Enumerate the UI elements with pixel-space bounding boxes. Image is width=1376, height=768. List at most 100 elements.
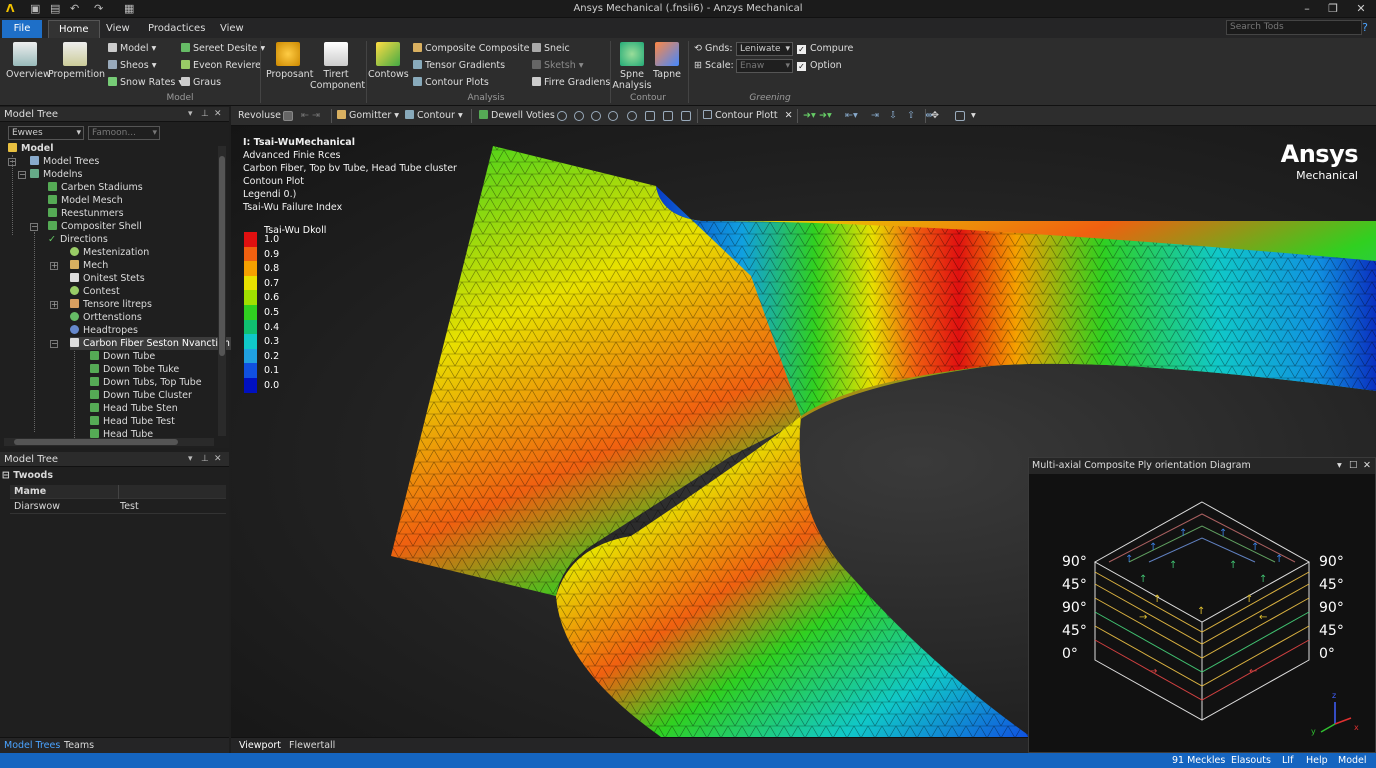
tree-item-compositer-shell[interactable]: Compositer Shell: [48, 220, 142, 233]
zoom-out-icon[interactable]: [627, 111, 637, 121]
firre-gradiens-button[interactable]: Firre Gradiens: [532, 77, 610, 88]
expand-icon[interactable]: +: [50, 262, 58, 270]
tree-item-model[interactable]: Model: [8, 142, 53, 155]
close-icon[interactable]: ✕: [214, 452, 222, 467]
align-up-icon[interactable]: ⇧: [907, 110, 915, 121]
table-view-icon[interactable]: [955, 111, 965, 121]
table-icon[interactable]: [663, 111, 673, 121]
tensor-gradients-button[interactable]: Tensor Gradients: [413, 60, 505, 71]
close-icon[interactable]: ✕: [214, 107, 222, 122]
select-icon[interactable]: [681, 111, 691, 121]
close-icon[interactable]: ✕: [785, 110, 793, 121]
align-down-icon[interactable]: ⇩: [889, 110, 897, 121]
scale-select[interactable]: Enaw ▾: [736, 59, 793, 73]
snow-rates-button[interactable]: Snow Rates ▾: [108, 77, 183, 88]
chevron-down-icon[interactable]: ▾: [188, 107, 193, 122]
expand-icon[interactable]: +: [50, 301, 58, 309]
forward-arrow-icon[interactable]: ➜▾: [803, 110, 816, 121]
tree-item-directions[interactable]: ✓ Directions: [48, 233, 108, 246]
tree-item-reestunmers[interactable]: Reestunmers: [48, 207, 124, 220]
details-row-value[interactable]: Test: [120, 500, 139, 514]
sheos-button[interactable]: Sheos ▾: [108, 60, 156, 71]
collapse-icon[interactable]: −: [18, 171, 26, 179]
proposant-button[interactable]: Proposant: [266, 42, 313, 80]
tree-item-onitest-stets[interactable]: Onitest Stets: [70, 272, 145, 285]
tab-prodactices[interactable]: Prodactices: [138, 20, 215, 38]
tree-item-mestenization[interactable]: Mestenization: [70, 246, 149, 259]
compure-checkbox[interactable]: ✓ Compure: [797, 43, 853, 54]
pin-icon[interactable]: ⊥: [201, 107, 209, 122]
eveon-reviere-button[interactable]: Eveon Reviere: [181, 60, 261, 71]
zoom-box-icon[interactable]: [608, 111, 618, 121]
tree-filter-select[interactable]: Ewwes ▾: [8, 126, 84, 140]
tree-item-orttenstions[interactable]: Orttenstions: [70, 311, 142, 324]
maximize-icon[interactable]: ☐: [1349, 458, 1358, 474]
sketsh-button[interactable]: Sketsh ▾: [532, 60, 584, 71]
ply-orientation-window[interactable]: Multi-axial Composite Ply orientation Di…: [1028, 457, 1376, 753]
contour-button[interactable]: Contour ▾: [405, 110, 463, 121]
contows-button[interactable]: Contows: [368, 42, 409, 80]
tab-model-trees[interactable]: Model Trees: [4, 740, 60, 751]
tree-item-down-tubs-top-tube[interactable]: Down Tubs, Top Tube: [90, 376, 202, 389]
collapse-icon[interactable]: −: [50, 340, 58, 348]
tree-item-mech[interactable]: Mech: [70, 259, 108, 272]
tree-item-modelns[interactable]: Modelns: [30, 168, 83, 181]
tree-item-head-tube-test[interactable]: Head Tube Test: [90, 415, 175, 428]
spne-analysis-button[interactable]: Spne Analysis: [612, 42, 652, 91]
option-checkbox[interactable]: ✓ Option: [797, 60, 842, 71]
status-help[interactable]: Help: [1306, 755, 1328, 766]
scrollbar-thumb[interactable]: [14, 439, 178, 445]
tree-item-carben-stadiums[interactable]: Carben Stadiums: [48, 181, 143, 194]
status-lif[interactable]: LIf: [1282, 755, 1293, 766]
tab-file[interactable]: File: [2, 20, 42, 38]
zoom-fit-icon[interactable]: [591, 111, 601, 121]
revoluse-button[interactable]: Revoluse: [238, 110, 281, 121]
move-icon[interactable]: ✥: [931, 110, 939, 121]
close-icon[interactable]: ✕: [1348, 1, 1374, 17]
chevron-down-icon[interactable]: ▾: [188, 452, 193, 467]
tree-search-select[interactable]: Famoon... ▾: [88, 126, 160, 140]
tree-horizontal-scrollbar[interactable]: [4, 438, 214, 446]
composite-button[interactable]: Composite Composite ▾: [413, 43, 537, 54]
dewell-button[interactable]: Dewell Voties: [479, 110, 555, 121]
tree-item-carbon-fiber-section[interactable]: Carbon Fiber Seston Nvanction: [70, 337, 234, 350]
collapse-icon[interactable]: −: [8, 158, 16, 166]
tab-home[interactable]: Home: [48, 20, 100, 38]
back-arrow-icon[interactable]: ⇤ ⇥: [301, 110, 320, 121]
status-model[interactable]: Model: [1338, 755, 1367, 766]
zoom-icon[interactable]: [557, 111, 567, 121]
tab-flewertall[interactable]: Flewertall: [289, 740, 335, 751]
sereet-desite-button[interactable]: Sereet Desite ▾: [181, 43, 265, 54]
tree-item-headtropes[interactable]: Headtropes: [70, 324, 138, 337]
tab-viewport[interactable]: Viewport: [239, 740, 281, 751]
tree-item-down-tube-cluster[interactable]: Down Tube Cluster: [90, 389, 192, 402]
sneic-button[interactable]: Sneic: [532, 43, 570, 54]
details-row[interactable]: Diarswow Test: [10, 500, 226, 514]
contour-plots-button[interactable]: Contour Plots: [413, 77, 489, 88]
tree-item-model-trees[interactable]: Model Trees: [30, 155, 99, 168]
next-arrow-icon[interactable]: ➜▾: [819, 110, 832, 121]
grid-icon[interactable]: [645, 111, 655, 121]
tree-item-model-mesch[interactable]: Model Mesch: [48, 194, 123, 207]
align-right-icon[interactable]: ⇥: [871, 110, 879, 121]
contour-plot-tab[interactable]: Contour Plott ✕: [703, 110, 793, 121]
align-left-icon[interactable]: ⇤▾: [845, 110, 858, 121]
tab-teams[interactable]: Teams: [64, 740, 94, 751]
search-input[interactable]: Search Tods: [1226, 20, 1362, 35]
propemition-button[interactable]: Propemition: [48, 42, 105, 80]
more-icon[interactable]: ▾: [971, 110, 976, 121]
minimize-icon[interactable]: –: [1294, 1, 1320, 17]
model-button[interactable]: Model ▾: [108, 43, 156, 54]
maximize-icon[interactable]: ❐: [1320, 1, 1346, 17]
tree-item-down-tube[interactable]: Down Tube: [90, 350, 155, 363]
tirert-component-button[interactable]: Tirert Component: [310, 42, 365, 91]
tab-view-2[interactable]: View: [210, 20, 254, 38]
tree-vertical-scrollbar[interactable]: [218, 146, 226, 436]
gomitter-button[interactable]: Gomitter ▾: [337, 110, 399, 121]
pin-icon[interactable]: ⊥: [201, 452, 209, 467]
tree-item-tensore-litreps[interactable]: Tensore litreps: [70, 298, 152, 311]
zoom-in-icon[interactable]: [574, 111, 584, 121]
tree-item-head-tube-sten[interactable]: Head Tube Sten: [90, 402, 178, 415]
tab-view[interactable]: View: [96, 20, 140, 38]
scrollbar-thumb[interactable]: [219, 156, 225, 356]
